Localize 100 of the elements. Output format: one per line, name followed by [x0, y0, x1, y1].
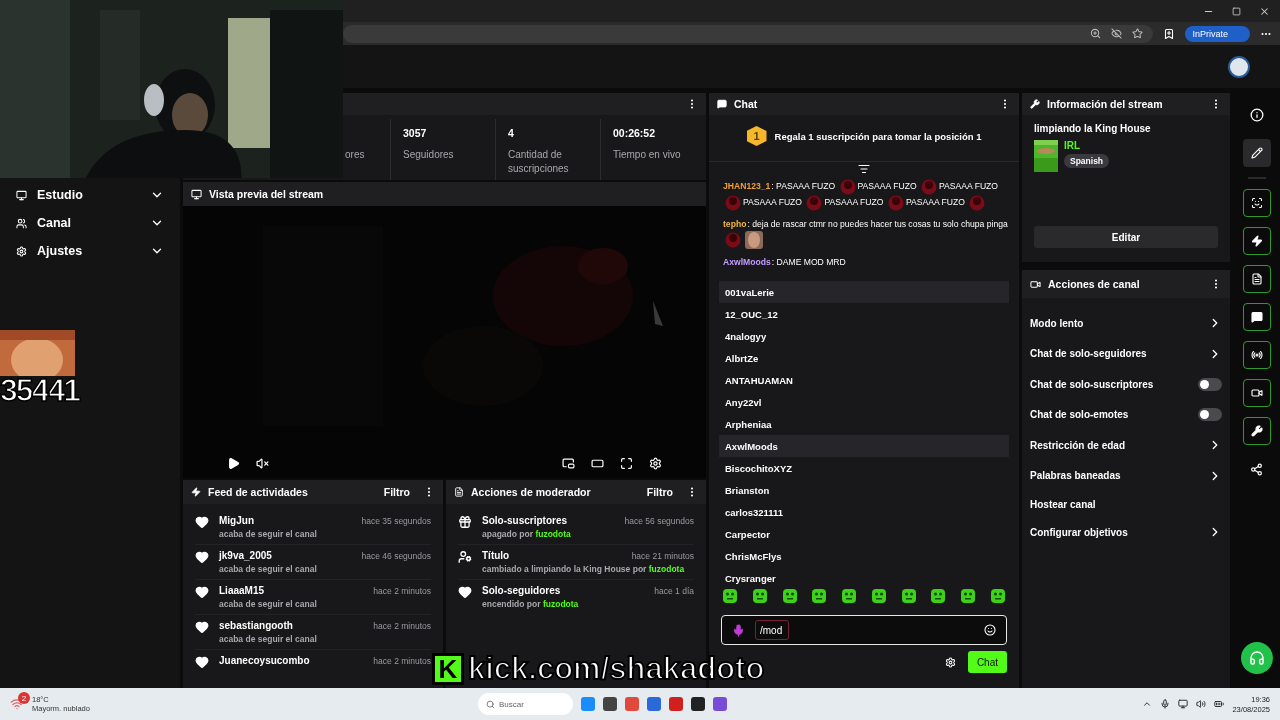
mention-suggestion[interactable]: 12_OUC_12	[719, 303, 1009, 325]
settings-icon[interactable]	[649, 457, 662, 470]
emote-icon[interactable]	[842, 589, 857, 603]
mention-suggestion[interactable]: BiscochitoXYZ	[719, 457, 1009, 479]
action-label[interactable]: Hostear canal	[1030, 498, 1096, 510]
rail-button[interactable]	[1242, 379, 1271, 407]
help-button[interactable]	[1241, 642, 1273, 674]
rail-button[interactable]	[1242, 227, 1271, 255]
action-label[interactable]: Configurar objetivos	[1030, 526, 1128, 538]
stat-value: 4	[508, 127, 515, 139]
edit-button[interactable]: Editar	[1034, 226, 1218, 248]
star-icon[interactable]	[1132, 28, 1144, 39]
mention-suggestion[interactable]: Crysranger	[719, 567, 1009, 589]
user-link[interactable]: fuzodota	[535, 529, 571, 539]
mention-suggestion[interactable]: carlos321111	[719, 501, 1009, 523]
battery-icon[interactable]	[1214, 699, 1225, 709]
send-button[interactable]: Chat	[967, 651, 1007, 673]
chevron-up-icon[interactable]	[1142, 699, 1153, 709]
taskbar-app-icon[interactable]	[602, 697, 617, 711]
headset-icon	[1249, 650, 1265, 666]
chat-icon	[717, 99, 727, 109]
event-time: hace 35 segundos	[361, 516, 431, 526]
close-icon[interactable]	[1259, 5, 1270, 17]
sidebar-item[interactable]: Ajustes	[0, 237, 180, 265]
monitor-icon[interactable]	[1178, 699, 1189, 709]
emote-icon[interactable]	[931, 589, 946, 603]
event-detail: acaba de seguir el canal	[219, 564, 318, 574]
mention-suggestion[interactable]: 4nalogyy	[719, 325, 1009, 347]
stat-label: Seguidores	[403, 148, 455, 162]
theater-icon[interactable]	[591, 457, 604, 470]
mention-suggestion[interactable]: ANTAHUAMAN	[719, 369, 1009, 391]
sidebar-item[interactable]: Estudio	[0, 181, 180, 209]
category-name[interactable]: IRL	[1064, 140, 1081, 151]
chat-username[interactable]: AxwlMoods	[723, 257, 771, 267]
mention-suggestion[interactable]: ChrisMcFlys	[719, 545, 1009, 567]
sidebar-label: Ajustes	[37, 244, 84, 258]
rail-button[interactable]	[1242, 303, 1271, 331]
typed-command[interactable]: /mod	[755, 620, 789, 640]
rail-button[interactable]	[1242, 189, 1271, 217]
collapse-icon[interactable]	[858, 162, 870, 175]
favorites-icon[interactable]	[1163, 27, 1176, 40]
mention-suggestion[interactable]: AxwlMoods	[719, 435, 1009, 457]
sidebar-item[interactable]: Canal	[0, 209, 180, 237]
emote-icon[interactable]	[723, 589, 737, 603]
toggle-switch[interactable]	[1198, 408, 1222, 422]
event-time: hace 56 segundos	[624, 516, 694, 526]
emoji-icon[interactable]	[984, 624, 996, 636]
emote-icon[interactable]	[782, 589, 797, 603]
avatar[interactable]	[1228, 55, 1250, 78]
emote-icon[interactable]	[961, 589, 976, 603]
rail-button[interactable]	[1242, 265, 1271, 293]
picture-in-picture-icon[interactable]	[562, 457, 575, 470]
emote-icon	[921, 179, 937, 195]
fullscreen-icon[interactable]	[620, 457, 633, 470]
inprivate-badge[interactable]: InPrivate	[1185, 25, 1250, 42]
toggle-switch[interactable]	[1198, 377, 1222, 391]
rail-button[interactable]	[1242, 341, 1271, 369]
mention-suggestion[interactable]: 001vaLerie	[719, 281, 1009, 303]
microphone-icon[interactable]	[1160, 699, 1171, 709]
action-label[interactable]: Chat de solo-suscriptores	[1030, 378, 1154, 390]
action-label[interactable]: Palabras baneadas	[1030, 470, 1121, 482]
channel-link-overlay: kick.com/shakadoto	[468, 651, 765, 687]
mention-suggestion[interactable]: Carpector	[719, 523, 1009, 545]
emote-icon[interactable]	[752, 589, 767, 603]
emote-icon[interactable]	[901, 589, 916, 603]
mute-icon[interactable]	[256, 457, 269, 470]
emote-icon[interactable]	[990, 589, 1005, 603]
user-link[interactable]: fuzodota	[542, 599, 579, 609]
volume-icon[interactable]	[1196, 699, 1207, 709]
mention-suggestion[interactable]: Any22vl	[719, 391, 1009, 413]
filter-button[interactable]: Filtro	[377, 486, 416, 498]
settings-icon[interactable]	[944, 656, 956, 668]
filter-button[interactable]: Filtro	[640, 486, 679, 498]
zoom-icon[interactable]	[1090, 28, 1102, 39]
taskbar-app-icon[interactable]	[690, 697, 705, 711]
stat-value: 3057	[403, 127, 428, 139]
chat-input-box[interactable]: /mod	[721, 615, 1007, 645]
maximize-icon[interactable]	[1232, 6, 1241, 16]
action-name: Solo-seguidores	[482, 585, 561, 596]
action-label[interactable]: Chat de solo-emotes	[1030, 409, 1129, 421]
camera-icon	[1250, 387, 1263, 399]
rail-button[interactable]	[1242, 139, 1271, 167]
message-text: PASAAA FUZO	[776, 181, 836, 192]
user-link[interactable]: fuzodota	[648, 564, 685, 574]
chat-username[interactable]: JHAN123_1	[723, 181, 771, 192]
action-label[interactable]: Modo lento	[1030, 317, 1084, 329]
action-label[interactable]: Restricción de edad	[1030, 439, 1126, 451]
emote-icon[interactable]	[812, 589, 827, 603]
chat-username[interactable]: tepho	[723, 219, 747, 229]
message-text: PASAAA FUZO	[824, 197, 884, 208]
rail-button[interactable]	[1242, 417, 1271, 445]
mention-suggestion[interactable]: AlbrtZe	[719, 347, 1009, 369]
emote-icon	[725, 232, 741, 248]
play-icon[interactable]	[227, 457, 240, 470]
emote-icon[interactable]	[871, 589, 886, 603]
mention-suggestion[interactable]: Arpheniaa	[719, 413, 1009, 435]
mention-suggestion[interactable]: Brianston	[719, 479, 1009, 501]
action-label[interactable]: Chat de solo-seguidores	[1030, 348, 1147, 360]
search-field[interactable]: Buscar	[477, 693, 573, 715]
eye-off-icon[interactable]	[1111, 28, 1123, 39]
